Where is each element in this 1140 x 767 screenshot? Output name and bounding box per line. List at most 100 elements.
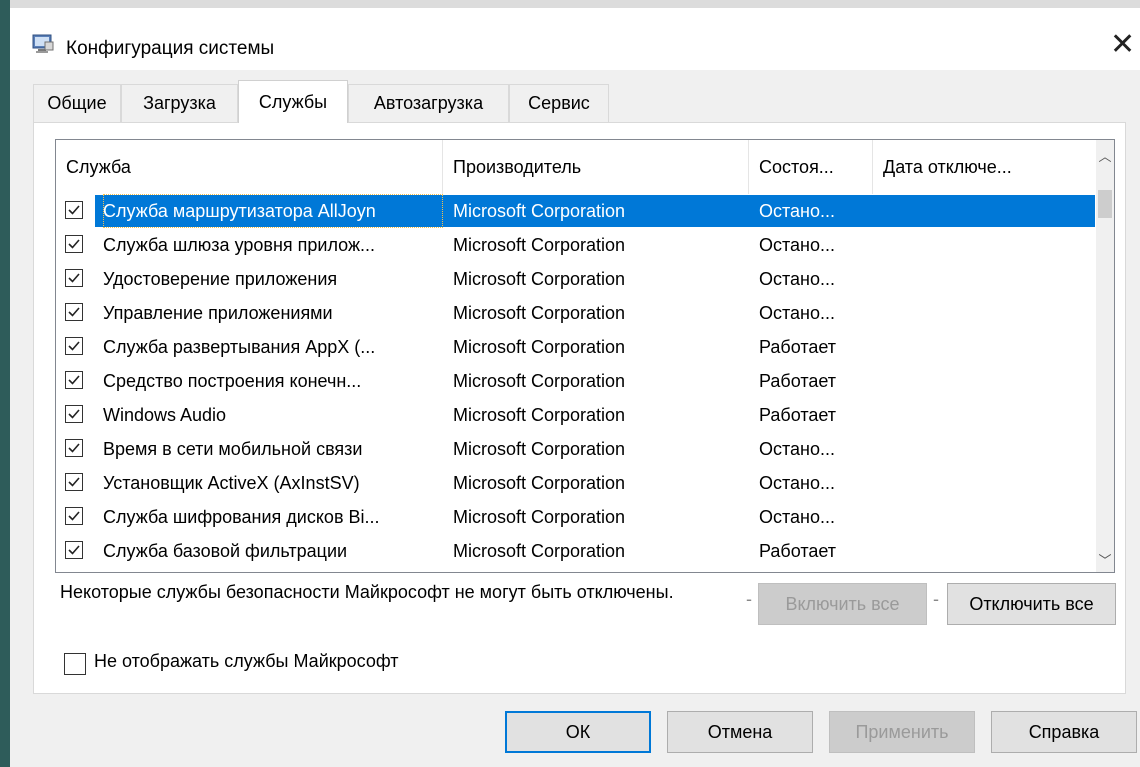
checkmark-icon <box>68 341 80 351</box>
column-header-service[interactable]: Служба <box>56 140 443 194</box>
title-bar[interactable]: Конфигурация системы ✕ <box>10 8 1140 70</box>
checkmark-icon <box>68 477 80 487</box>
service-checkbox[interactable] <box>65 337 83 355</box>
service-name: Windows Audio <box>103 405 227 425</box>
column-header-disabled-date[interactable]: Дата отключе... <box>873 140 1065 194</box>
service-status: Работает <box>759 541 837 561</box>
service-row[interactable]: Установщик ActiveX (AxInstSV) Microsoft C… <box>56 466 1096 500</box>
service-name: Служба развертывания AppX (... <box>103 337 376 357</box>
service-name: Служба базовой фильтрации <box>103 541 348 561</box>
separator-dash: - <box>746 589 752 609</box>
service-row[interactable]: Управление приложениями Microsoft Corpora… <box>56 296 1096 330</box>
service-vendor: Microsoft Corporation <box>453 439 626 459</box>
service-checkbox[interactable] <box>65 235 83 253</box>
enable-all-button[interactable]: Включить все <box>758 583 927 625</box>
system-config-window: Конфигурация системы ✕ Общие Загрузка Сл… <box>10 0 1140 767</box>
msconfig-icon <box>32 34 54 53</box>
tab-services[interactable]: Службы <box>238 80 348 123</box>
service-status: Остано... <box>759 269 836 289</box>
help-button[interactable]: Справка <box>991 711 1137 753</box>
tab-tools[interactable]: Сервис <box>509 84 609 122</box>
checkmark-icon <box>68 205 80 215</box>
service-row[interactable]: Служба маршрутизатора AllJoyn Microsoft C… <box>56 194 1096 228</box>
service-checkbox[interactable] <box>65 269 83 287</box>
service-checkbox[interactable] <box>65 201 83 219</box>
scroll-down-icon[interactable]: ﹀ <box>1096 552 1114 570</box>
service-checkbox[interactable] <box>65 303 83 321</box>
service-checkbox[interactable] <box>65 439 83 457</box>
service-vendor: Microsoft Corporation <box>453 507 626 527</box>
hide-ms-services-label[interactable]: Не отображать службы Майкрософт <box>94 651 399 672</box>
column-header-label: Состоя... <box>759 156 834 177</box>
column-header-row: Служба Производитель Состоя... Дата откл… <box>56 140 1096 194</box>
service-name: Удостоверение приложения <box>103 269 338 289</box>
service-checkbox[interactable] <box>65 405 83 423</box>
tab-general[interactable]: Общие <box>33 84 121 122</box>
services-list[interactable]: Служба Производитель Состоя... Дата откл… <box>55 139 1115 573</box>
tab-startup[interactable]: Автозагрузка <box>348 84 509 122</box>
service-disabled-date <box>883 364 1063 398</box>
window-title: Конфигурация системы <box>66 38 275 59</box>
tab-label: Службы <box>258 91 328 112</box>
apply-button[interactable]: Применить <box>829 711 975 753</box>
cancel-button[interactable]: Отмена <box>667 711 813 753</box>
service-vendor: Microsoft Corporation <box>453 235 626 255</box>
service-disabled-date <box>883 534 1063 568</box>
column-header-vendor[interactable]: Производитель <box>443 140 749 194</box>
service-row[interactable]: Служба базовой фильтрации Microsoft Corpo… <box>56 534 1096 568</box>
service-disabled-date <box>883 296 1063 330</box>
checkmark-icon <box>68 239 80 249</box>
checkmark-icon <box>68 375 80 385</box>
service-row[interactable]: Средство построения конечн... Microsoft C… <box>56 364 1096 398</box>
tab-label: Сервис <box>528 93 590 113</box>
service-status: Остано... <box>759 439 836 459</box>
services-panel: Служба Производитель Состоя... Дата откл… <box>33 122 1126 694</box>
service-row[interactable]: Служба развертывания AppX (... Microsoft … <box>56 330 1096 364</box>
service-disabled-date <box>883 262 1063 296</box>
service-status: Остано... <box>759 507 836 527</box>
hide-ms-services-checkbox[interactable] <box>64 653 86 675</box>
service-status: Остано... <box>759 201 836 221</box>
column-header-status[interactable]: Состоя... <box>749 140 873 194</box>
column-header-label: Служба <box>66 156 131 177</box>
service-name: Установщик ActiveX (AxInstSV) <box>103 473 360 493</box>
close-icon[interactable]: ✕ <box>1110 30 1135 60</box>
service-checkbox[interactable] <box>65 473 83 491</box>
checkmark-icon <box>68 511 80 521</box>
service-status: Работает <box>759 371 837 391</box>
service-row[interactable]: Служба шифрования дисков Bi... Microsoft … <box>56 500 1096 534</box>
service-vendor: Microsoft Corporation <box>453 337 626 357</box>
tab-label: Общие <box>47 93 107 113</box>
service-disabled-date <box>883 432 1063 466</box>
service-checkbox[interactable] <box>65 541 83 559</box>
tab-label: Автозагрузка <box>373 93 484 113</box>
service-name: Средство построения конечн... <box>103 371 362 391</box>
checkmark-icon <box>68 307 80 317</box>
security-services-note: Некоторые службы безопасности Майкрософт… <box>60 582 674 602</box>
service-disabled-date <box>883 228 1063 262</box>
service-status: Работает <box>759 405 837 425</box>
service-vendor: Microsoft Corporation <box>453 405 626 425</box>
service-row[interactable]: Время в сети мобильной связи Microsoft Co… <box>56 432 1096 466</box>
ok-button[interactable]: ОК <box>505 711 651 753</box>
service-status: Остано... <box>759 303 836 323</box>
service-disabled-date <box>883 194 1063 228</box>
tab-boot[interactable]: Загрузка <box>121 84 238 122</box>
service-vendor: Microsoft Corporation <box>453 371 626 391</box>
service-checkbox[interactable] <box>65 507 83 525</box>
service-vendor: Microsoft Corporation <box>453 541 626 561</box>
disable-all-button[interactable]: Отключить все <box>947 583 1116 625</box>
service-row[interactable]: Служба шлюза уровня прилож... Microsoft C… <box>56 228 1096 262</box>
scroll-up-icon[interactable]: ︿ <box>1096 148 1114 166</box>
service-disabled-date <box>883 398 1063 432</box>
vertical-scrollbar[interactable]: ︿ ﹀ <box>1096 140 1114 572</box>
checkmark-icon <box>68 443 80 453</box>
scroll-thumb[interactable] <box>1098 190 1112 218</box>
service-row[interactable]: Windows Audio Microsoft Corporation Работа… <box>56 398 1096 432</box>
checkmark-icon <box>68 545 80 555</box>
service-checkbox[interactable] <box>65 371 83 389</box>
column-header-label: Производитель <box>453 156 582 177</box>
service-row[interactable]: Удостоверение приложения Microsoft Corpor… <box>56 262 1096 296</box>
service-vendor: Microsoft Corporation <box>453 473 626 493</box>
separator-dash: - <box>933 589 939 609</box>
